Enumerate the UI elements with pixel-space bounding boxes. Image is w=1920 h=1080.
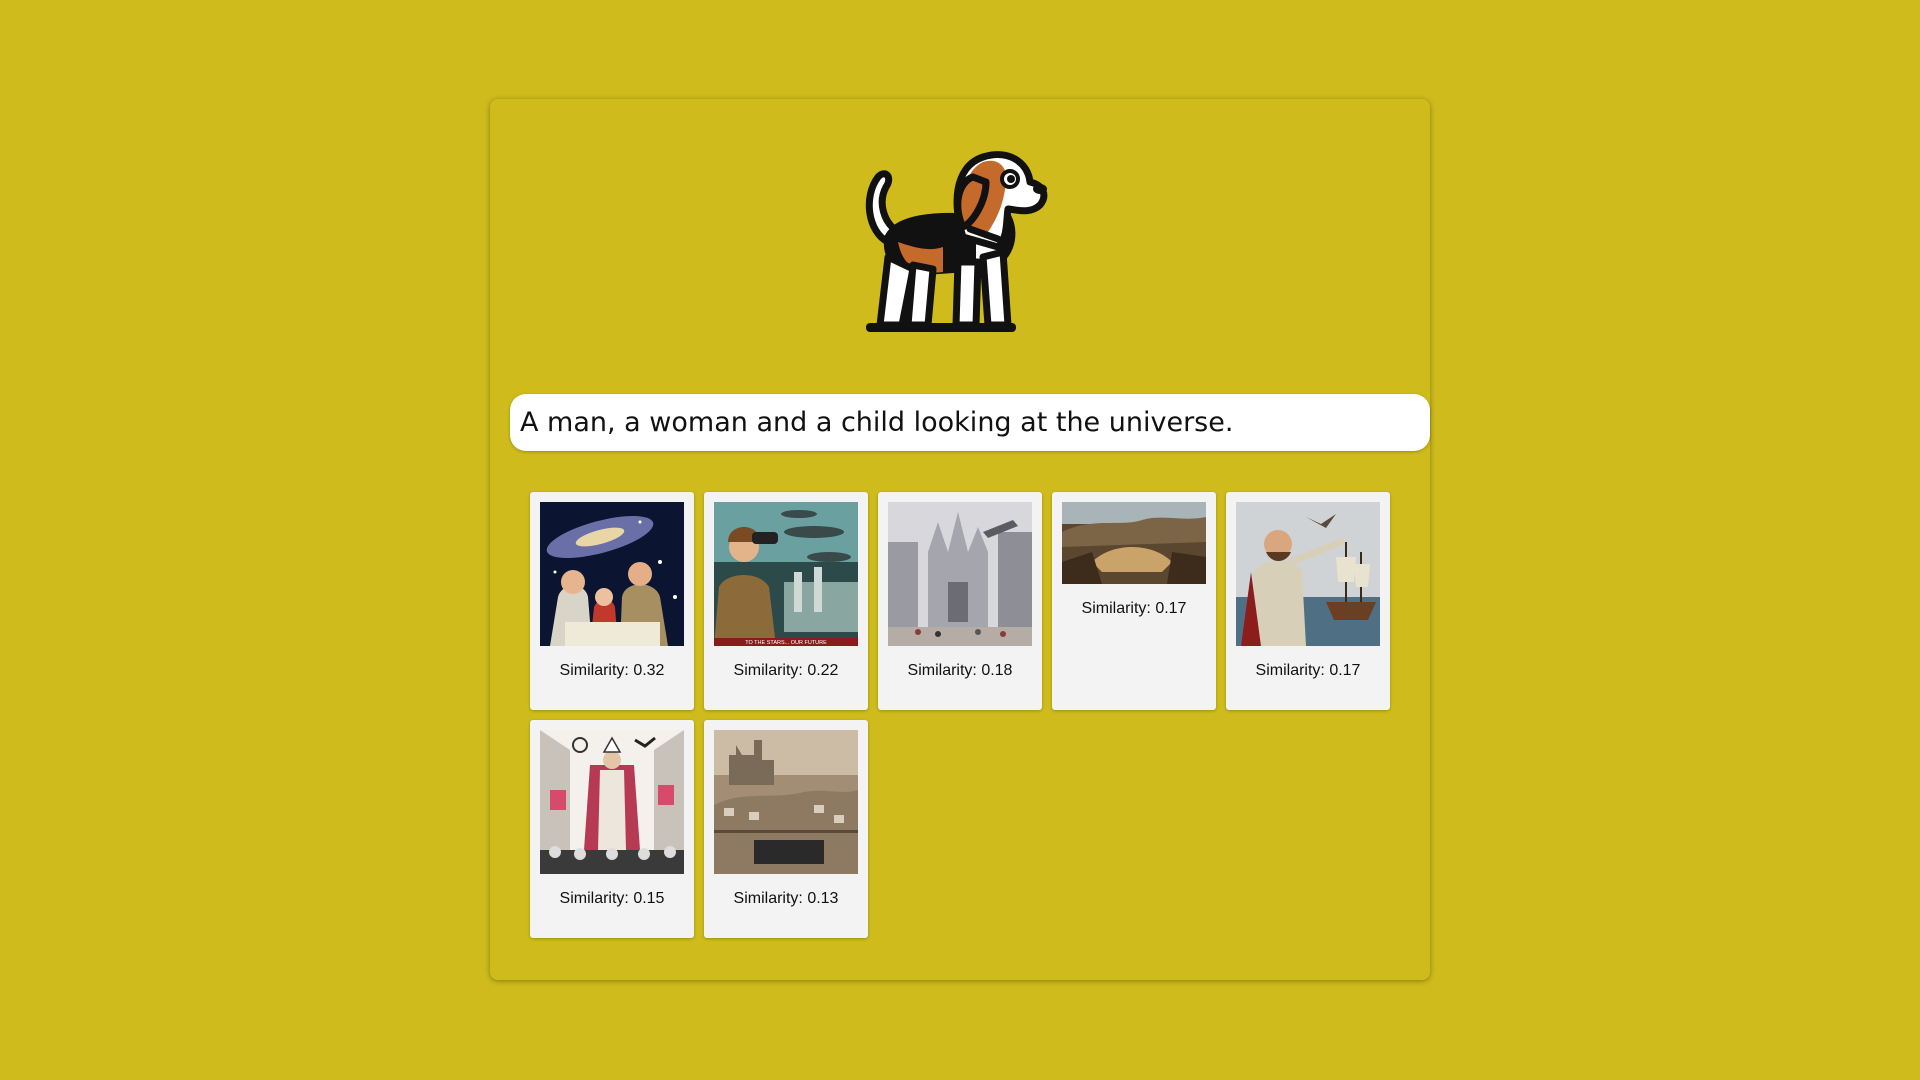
- result-image[interactable]: [540, 502, 684, 646]
- result-image[interactable]: [1236, 502, 1380, 646]
- aerial-valley-landscape-image: [1062, 502, 1206, 584]
- similarity-label: Similarity: 0.22: [733, 662, 839, 679]
- commander-galleon-sea-image: [1236, 502, 1380, 646]
- result-card[interactable]: TO THE STARS... OUR FUTURE Similarity: 0…: [704, 492, 868, 710]
- result-card[interactable]: Similarity: 0.15: [530, 720, 694, 938]
- bishop-procession-street-image: [540, 730, 684, 874]
- similarity-label: Similarity: 0.13: [733, 890, 839, 907]
- woman-binoculars-spaceships-poster-image: TO THE STARS... OUR FUTURE: [714, 502, 858, 646]
- similarity-label: Similarity: 0.17: [1255, 662, 1361, 679]
- result-card[interactable]: Similarity: 0.17: [1226, 492, 1390, 710]
- result-image[interactable]: [888, 502, 1032, 646]
- result-card[interactable]: Similarity: 0.18: [878, 492, 1042, 710]
- poster-banner-text: TO THE STARS... OUR FUTURE: [745, 640, 827, 646]
- retro-family-space-poster-image: [540, 502, 684, 646]
- castle-army-formation-image: [714, 730, 858, 874]
- gothic-city-airship-image: [888, 502, 1032, 646]
- result-image[interactable]: TO THE STARS... OUR FUTURE: [714, 502, 858, 646]
- result-card[interactable]: Similarity: 0.32: [530, 492, 694, 710]
- similarity-label: Similarity: 0.18: [907, 662, 1013, 679]
- result-image[interactable]: [714, 730, 858, 874]
- similarity-label: Similarity: 0.32: [559, 662, 665, 679]
- result-image[interactable]: [1062, 502, 1206, 584]
- beagle-dog-icon: [865, 151, 1048, 332]
- search-panel: Similarity: 0.32: [490, 99, 1430, 980]
- result-image[interactable]: [540, 730, 684, 874]
- result-card[interactable]: Similarity: 0.17: [1052, 492, 1216, 710]
- result-card[interactable]: Similarity: 0.13: [704, 720, 868, 938]
- similarity-label: Similarity: 0.15: [559, 890, 665, 907]
- similarity-label: Similarity: 0.17: [1081, 600, 1187, 617]
- search-input[interactable]: [510, 394, 1430, 451]
